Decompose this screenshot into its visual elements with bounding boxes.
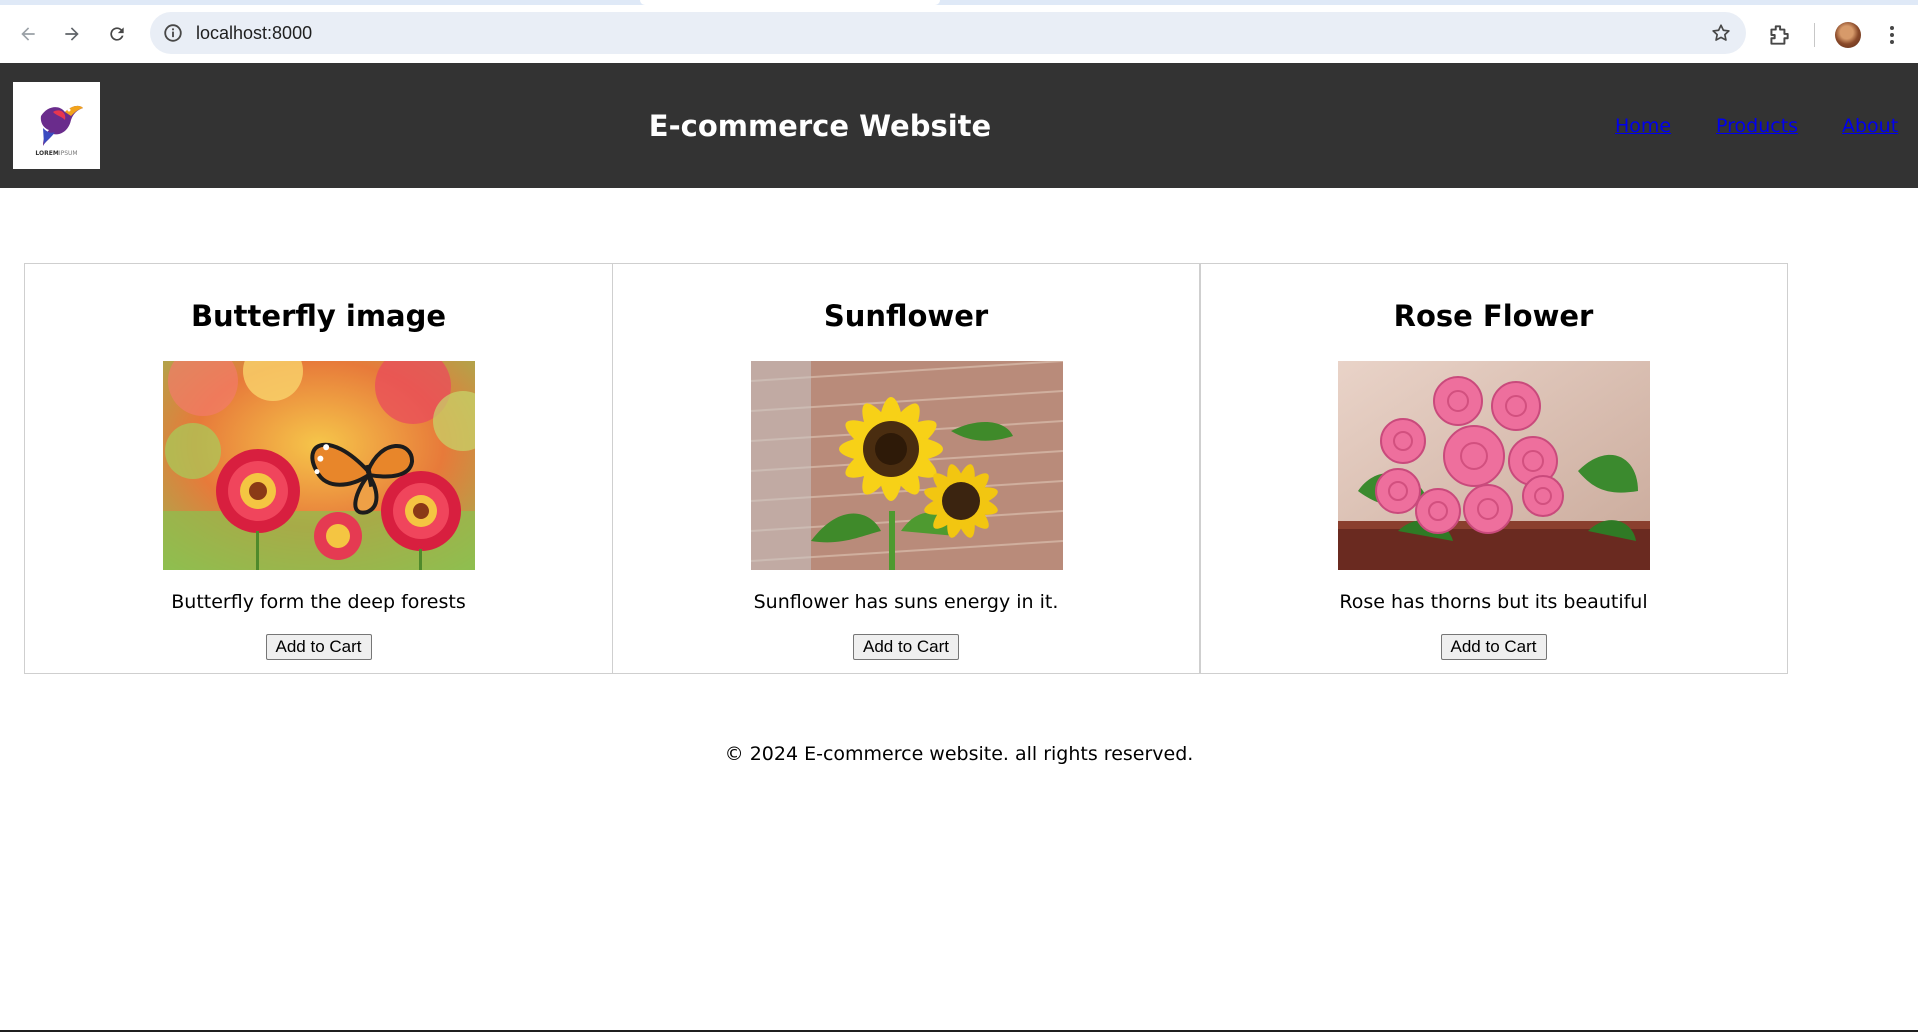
browser-toolbar: localhost:8000	[0, 5, 1918, 63]
site-header: LOREMIPSUM E-commerce Website Home Produ…	[0, 63, 1918, 188]
forward-arrow-icon[interactable]	[56, 18, 88, 50]
address-bar[interactable]: localhost:8000	[150, 12, 1746, 54]
footer-copyright: © 2024 E-commerce website. all rights re…	[724, 743, 1194, 765]
product-description: Butterfly form the deep forests	[171, 591, 466, 613]
nav-link-about[interactable]: About	[1842, 115, 1898, 137]
nav-link-home[interactable]: Home	[1615, 115, 1671, 137]
page-viewport: LOREMIPSUM E-commerce Website Home Produ…	[0, 63, 1918, 1032]
add-to-cart-button[interactable]: Add to Cart	[265, 634, 372, 660]
product-description: Rose has thorns but its beautiful	[1339, 591, 1648, 613]
url-text[interactable]: localhost:8000	[196, 22, 312, 44]
product-image-butterfly	[163, 361, 475, 570]
add-to-cart-button[interactable]: Add to Cart	[1440, 634, 1547, 660]
product-card: Butterfly image Butterfly form the deep …	[24, 263, 613, 674]
product-description: Sunflower has suns energy in it.	[753, 591, 1059, 613]
nav-link-products[interactable]: Products	[1716, 115, 1798, 137]
product-title: Butterfly image	[190, 299, 447, 333]
product-card: Sunflower Sunflower has suns energy in i…	[611, 263, 1201, 674]
product-image-roses	[1338, 361, 1650, 570]
add-to-cart-button[interactable]: Add to Cart	[853, 634, 959, 660]
reload-icon[interactable]	[101, 18, 133, 50]
extensions-icon[interactable]	[1766, 22, 1792, 48]
product-image-sunflower	[750, 361, 1063, 570]
kebab-menu-icon[interactable]	[1882, 22, 1902, 48]
bookmark-star-icon[interactable]	[1710, 22, 1732, 44]
product-grid: Butterfly image Butterfly form the deep …	[24, 263, 1790, 674]
product-title: Sunflower	[823, 299, 989, 333]
site-info-icon[interactable]	[162, 22, 184, 44]
product-card: Rose Flower Rose has thorns but its beau…	[1199, 263, 1788, 674]
profile-avatar[interactable]	[1835, 22, 1861, 48]
back-arrow-icon[interactable]	[12, 18, 44, 50]
site-title: E-commerce Website	[648, 108, 992, 143]
product-title: Rose Flower	[1393, 299, 1594, 333]
toolbar-divider	[1814, 23, 1815, 47]
site-footer: © 2024 E-commerce website. all rights re…	[0, 743, 1918, 765]
